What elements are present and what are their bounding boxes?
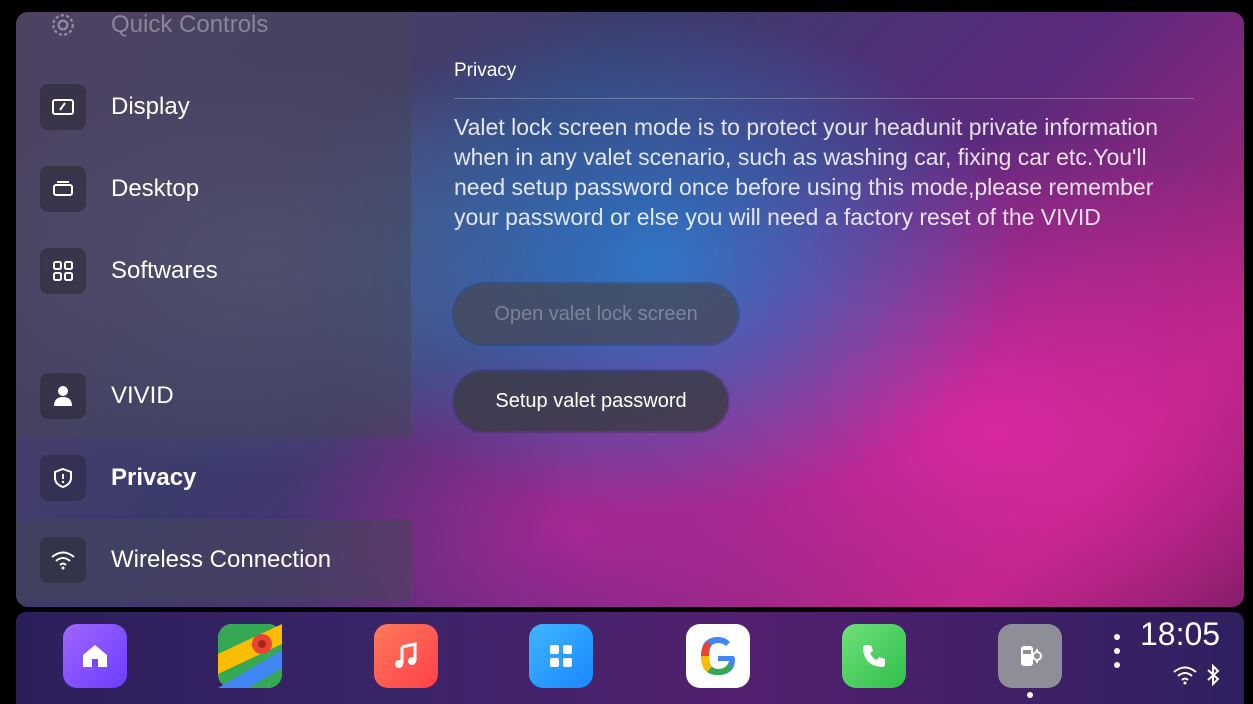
setup-valet-password-button[interactable]: Setup valet password [454,371,728,431]
sidebar-item-label: Softwares [111,257,218,284]
sidebar-item-vivid[interactable]: VIVID [16,355,411,437]
phone-icon[interactable] [842,624,906,688]
sidebar-item-privacy[interactable]: Privacy [16,437,411,519]
apps-grid-icon[interactable] [529,624,593,688]
sidebar-gap [16,312,411,355]
wifi-status-icon [1173,666,1197,685]
music-icon[interactable] [374,624,438,688]
clock: 18:05 [1140,616,1221,652]
settings-window: Quick Controls Display Desktop Softwares [16,12,1244,607]
desktop-icon [40,166,86,212]
sidebar-item-quick-controls[interactable]: Quick Controls [16,12,411,66]
privacy-description: Valet lock screen mode is to protect you… [454,114,1158,230]
more-options-icon[interactable] [1114,634,1122,676]
sidebar-item-label: Display [111,93,190,120]
sidebar-item-label: Wireless Connection [111,546,332,573]
sidebar-item-label: Privacy [111,464,197,491]
sidebar-item-softwares[interactable]: Softwares [16,230,411,312]
google-icon[interactable] [686,624,750,688]
bluetooth-icon [1207,664,1220,686]
sidebar-item-display[interactable]: Display [16,66,411,148]
shield-icon [40,455,86,501]
sidebar-item-label: Quick Controls [111,12,269,38]
car-settings-icon[interactable] [998,624,1062,688]
dock: 18:05 [16,612,1244,704]
sidebar-item-label: Desktop [111,175,200,202]
maps-icon[interactable] [218,624,282,688]
person-icon [40,373,86,419]
display-icon [40,84,86,130]
sidebar-item-label: VIVID [111,382,174,409]
status-icons [1172,664,1220,686]
grid-icon [40,248,86,294]
gear-icon [40,12,86,48]
divider [454,98,1194,99]
sidebar-item-wireless-connection[interactable]: Wireless Connection [16,519,411,601]
open-valet-lock-screen-button[interactable]: Open valet lock screen [454,284,738,344]
sidebar-item-desktop[interactable]: Desktop [16,148,411,230]
home-icon[interactable] [63,624,127,688]
wifi-icon [40,537,86,583]
page-title: Privacy [454,60,517,81]
sidebar: Quick Controls Display Desktop Softwares [16,12,411,607]
active-app-indicator [1027,692,1033,698]
